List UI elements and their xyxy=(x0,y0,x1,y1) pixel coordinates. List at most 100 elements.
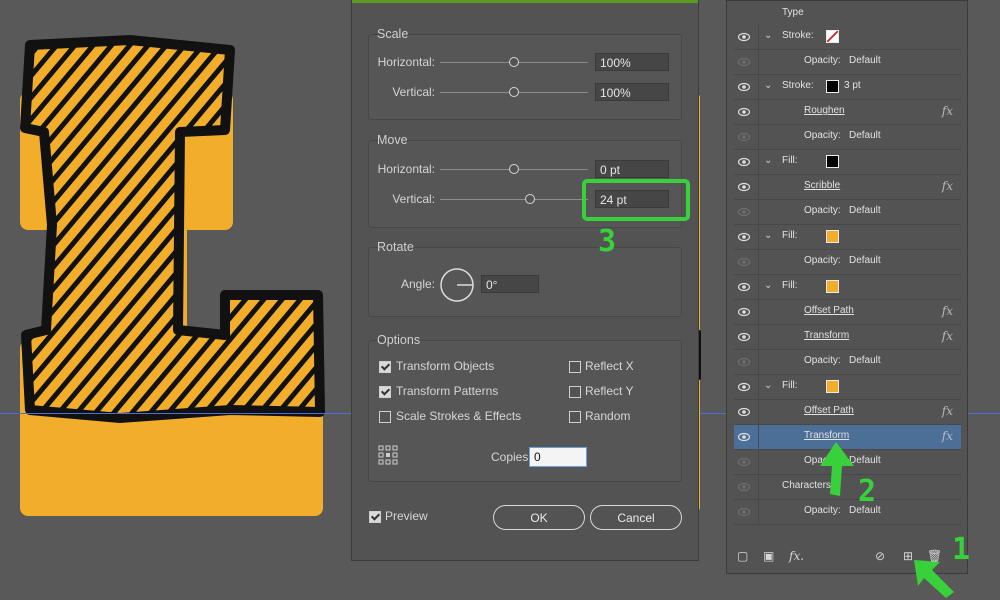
fx-icon[interactable]: fx xyxy=(942,404,953,418)
scale-vertical-field[interactable]: 100% xyxy=(595,83,669,101)
appearance-row[interactable]: Roughen fx xyxy=(734,100,961,125)
appearance-row[interactable]: ⌄ Stroke: xyxy=(734,25,961,50)
appearance-row[interactable]: ⌄ Fill: xyxy=(734,225,961,250)
visibility-eye-icon[interactable] xyxy=(738,281,750,293)
random-label: Random xyxy=(585,409,631,423)
visibility-eye-icon[interactable] xyxy=(738,131,750,143)
visibility-eye-icon[interactable] xyxy=(738,106,750,118)
color-swatch[interactable] xyxy=(826,380,839,393)
visibility-eye-icon[interactable] xyxy=(738,81,750,93)
appearance-row[interactable]: ⌄ Fill: xyxy=(734,150,961,175)
visibility-eye-icon[interactable] xyxy=(738,181,750,193)
appearance-row[interactable]: Opacity: Default xyxy=(734,50,961,75)
color-swatch[interactable] xyxy=(826,30,839,43)
add-fill-icon[interactable]: ▣ xyxy=(763,549,774,563)
scale-strokes-checkbox[interactable] xyxy=(379,411,391,423)
cancel-button[interactable]: Cancel xyxy=(590,505,682,530)
visibility-eye-icon[interactable] xyxy=(738,231,750,243)
row-divider xyxy=(758,25,759,49)
visibility-eye-icon[interactable] xyxy=(738,431,750,443)
fx-icon[interactable]: fx xyxy=(942,104,953,118)
scale-vertical-thumb[interactable] xyxy=(509,87,519,97)
move-horizontal-field[interactable]: 0 pt xyxy=(595,160,669,178)
visibility-eye-icon[interactable] xyxy=(738,456,750,468)
row-divider xyxy=(758,225,759,249)
random-checkbox[interactable] xyxy=(569,411,581,423)
fx-icon[interactable]: fx xyxy=(942,179,953,193)
chevron-down-icon[interactable]: ⌄ xyxy=(764,230,772,241)
appearance-row-label[interactable]: Transform xyxy=(804,330,849,341)
add-effect-icon[interactable]: fx. xyxy=(789,549,804,563)
fx-icon[interactable]: fx xyxy=(942,329,953,343)
appearance-row-label[interactable]: Offset Path xyxy=(804,305,854,316)
chevron-down-icon[interactable]: ⌄ xyxy=(764,80,772,91)
move-horizontal-thumb[interactable] xyxy=(509,164,519,174)
transform-patterns-checkbox[interactable] xyxy=(379,386,391,398)
move-title: Move xyxy=(377,133,408,147)
scale-horizontal-thumb[interactable] xyxy=(509,57,519,67)
visibility-eye-icon[interactable] xyxy=(738,156,750,168)
chevron-down-icon[interactable]: ⌄ xyxy=(764,30,772,41)
transform-objects-checkbox[interactable] xyxy=(379,361,391,373)
dialog-title-bar xyxy=(352,0,698,3)
stroke-weight[interactable]: 3 pt xyxy=(844,80,861,91)
appearance-row[interactable]: Transform fx xyxy=(734,325,961,350)
chevron-down-icon[interactable]: ⌄ xyxy=(764,280,772,291)
chevron-down-icon[interactable]: ⌄ xyxy=(764,155,772,166)
reference-point-icon[interactable] xyxy=(378,445,398,465)
reflect-y-label: Reflect Y xyxy=(585,384,634,398)
color-swatch[interactable] xyxy=(826,230,839,243)
visibility-eye-icon[interactable] xyxy=(738,506,750,518)
appearance-row[interactable]: Opacity: Default xyxy=(734,125,961,150)
add-stroke-icon[interactable]: ▢ xyxy=(737,549,748,563)
appearance-row[interactable]: Opacity: Default xyxy=(734,200,961,225)
appearance-row[interactable]: ⌄ Fill: xyxy=(734,375,961,400)
visibility-eye-icon[interactable] xyxy=(738,206,750,218)
visibility-eye-icon[interactable] xyxy=(738,256,750,268)
color-swatch[interactable] xyxy=(826,280,839,293)
appearance-row[interactable]: Offset Path fx xyxy=(734,300,961,325)
copies-field[interactable]: 0 xyxy=(529,447,587,467)
chevron-down-icon[interactable]: ⌄ xyxy=(764,380,772,391)
opacity-value[interactable]: Default xyxy=(849,205,881,216)
appearance-row[interactable]: Opacity: Default xyxy=(734,350,961,375)
clear-appearance-icon[interactable]: ⊘ xyxy=(875,549,885,563)
visibility-eye-icon[interactable] xyxy=(738,331,750,343)
opacity-value[interactable]: Default xyxy=(849,355,881,366)
reflect-x-checkbox[interactable] xyxy=(569,361,581,373)
visibility-eye-icon[interactable] xyxy=(738,306,750,318)
angle-dial-icon[interactable] xyxy=(439,267,475,303)
visibility-eye-icon[interactable] xyxy=(738,381,750,393)
row-divider xyxy=(758,125,759,149)
appearance-row[interactable]: Scribble fx xyxy=(734,175,961,200)
preview-checkbox[interactable] xyxy=(369,511,381,523)
appearance-row-label[interactable]: Offset Path xyxy=(804,405,854,416)
visibility-eye-icon[interactable] xyxy=(738,31,750,43)
rotate-angle-field[interactable]: 0° xyxy=(481,275,539,293)
opacity-value[interactable]: Default xyxy=(849,255,881,266)
appearance-row[interactable]: Offset Path fx xyxy=(734,400,961,425)
visibility-eye-icon[interactable] xyxy=(738,481,750,493)
reflect-y-checkbox[interactable] xyxy=(569,386,581,398)
opacity-value[interactable]: Default xyxy=(849,55,881,66)
appearance-row[interactable]: ⌄ Stroke: 3 pt xyxy=(734,75,961,100)
move-vertical-thumb[interactable] xyxy=(525,194,535,204)
color-swatch[interactable] xyxy=(826,155,839,168)
row-divider xyxy=(758,150,759,174)
appearance-row-label[interactable]: Roughen xyxy=(804,105,845,116)
fx-icon[interactable]: fx xyxy=(942,429,953,443)
appearance-row-label[interactable]: Scribble xyxy=(804,180,840,191)
scale-horizontal-field[interactable]: 100% xyxy=(595,53,669,71)
move-vertical-slider[interactable] xyxy=(440,199,588,200)
opacity-value[interactable]: Default xyxy=(849,130,881,141)
appearance-row[interactable]: ⌄ Fill: xyxy=(734,275,961,300)
visibility-eye-icon[interactable] xyxy=(738,356,750,368)
ok-button[interactable]: OK xyxy=(493,505,585,530)
appearance-row[interactable]: Opacity: Default xyxy=(734,250,961,275)
appearance-row[interactable]: Opacity: Default xyxy=(734,500,961,525)
visibility-eye-icon[interactable] xyxy=(738,56,750,68)
color-swatch[interactable] xyxy=(826,80,839,93)
fx-icon[interactable]: fx xyxy=(942,304,953,318)
row-divider xyxy=(758,275,759,299)
visibility-eye-icon[interactable] xyxy=(738,406,750,418)
